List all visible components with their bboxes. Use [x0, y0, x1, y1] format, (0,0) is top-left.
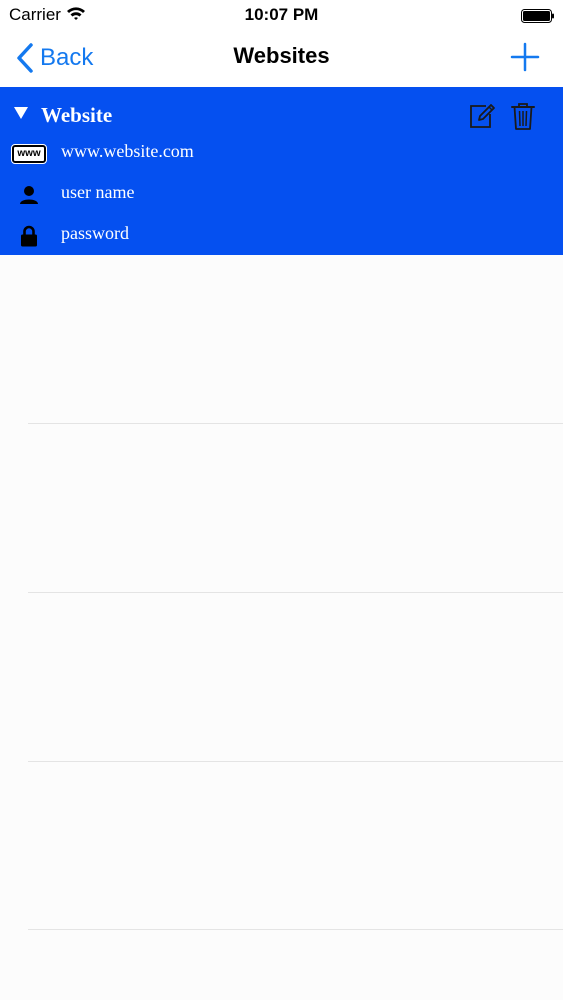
plus-icon[interactable] [510, 42, 540, 72]
row-separator [28, 423, 563, 424]
entry-title: Website [41, 103, 113, 127]
page-title: Websites [233, 43, 330, 68]
battery-icon [521, 9, 554, 23]
row-separator [28, 592, 563, 593]
username-value: user name [61, 182, 135, 202]
password-value: password [61, 223, 129, 243]
username-row[interactable]: user name [0, 175, 563, 215]
row-separator [28, 929, 563, 930]
trash-icon[interactable] [510, 101, 536, 131]
www-icon: www [10, 142, 48, 166]
row-separator [28, 761, 563, 762]
lock-icon [10, 224, 48, 248]
password-row[interactable]: password [0, 216, 563, 256]
user-icon [10, 183, 48, 207]
disclosure-triangle-icon[interactable] [13, 106, 29, 120]
www-badge-label: www [11, 144, 47, 164]
edit-icon[interactable] [468, 102, 496, 130]
website-entry[interactable]: Website www www.website.com user name pa… [0, 87, 563, 255]
url-value: www.website.com [61, 141, 194, 161]
status-bar: Carrier 10:07 PM [0, 0, 563, 30]
navigation-bar: Back Websites [0, 30, 563, 87]
url-row[interactable]: www www.website.com [0, 134, 563, 174]
status-time: 10:07 PM [244, 5, 319, 24]
